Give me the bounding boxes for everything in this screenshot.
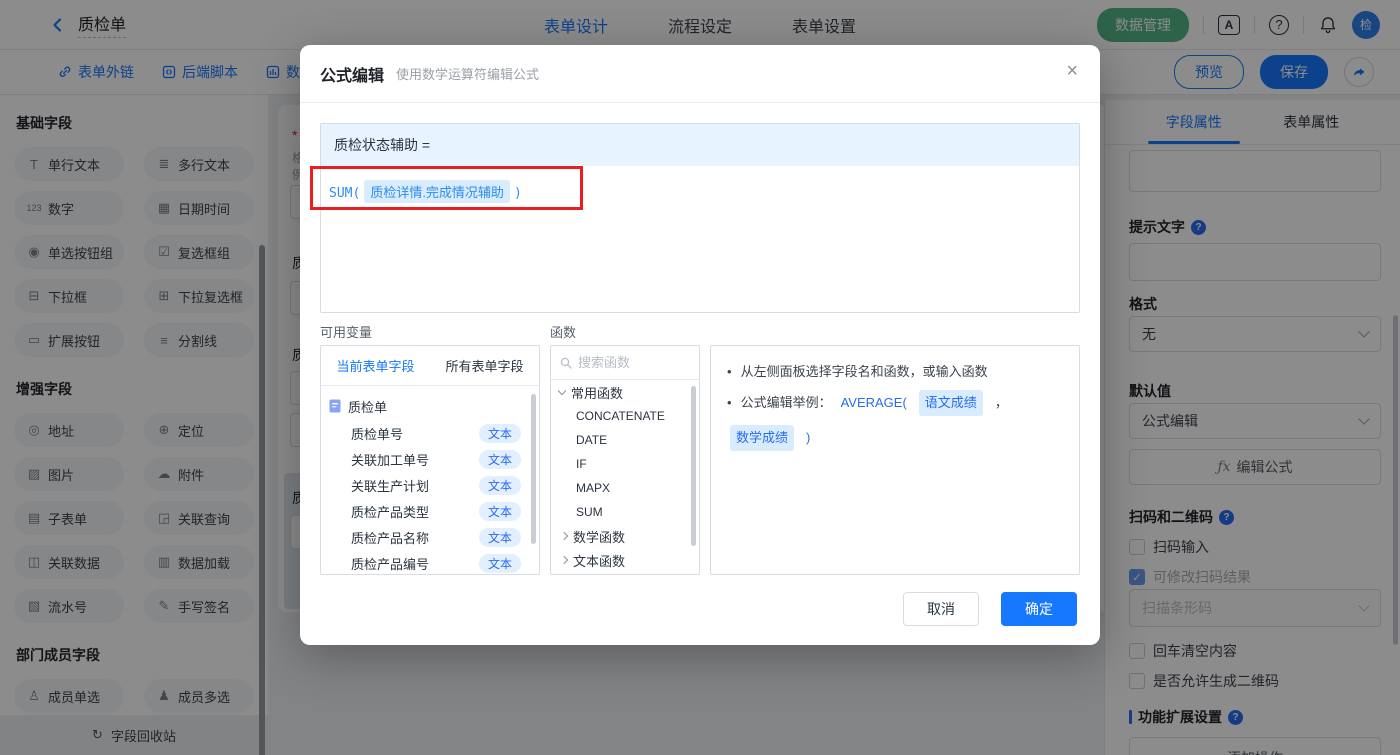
- formula-target: 质检状态辅助 =: [321, 124, 1079, 166]
- example-field-chip: 语文成绩: [918, 390, 983, 416]
- modal-title: 公式编辑: [320, 67, 385, 85]
- variable-row[interactable]: 质检产品编号 文本: [329, 550, 531, 574]
- formula-func-close: ): [513, 186, 522, 201]
- formula-help-panel: • 从左侧面板选择字段名和函数，或输入函数 • 公式编辑举例： AVERAGE(语…: [710, 345, 1080, 575]
- field-type-badge: 文本: [478, 501, 521, 521]
- variable-row[interactable]: 质检产品类型 文本: [329, 498, 531, 524]
- field-type-badge: 文本: [478, 423, 521, 443]
- help-tip-1: • 从左侧面板选择字段名和函数，或输入函数: [727, 360, 1063, 384]
- function-group-common[interactable]: 常用函数: [551, 380, 699, 404]
- formula-editor: 质检状态辅助 = SUM(质检详情.完成情况辅助): [320, 123, 1080, 313]
- variables-label: 可用变量: [320, 325, 373, 340]
- variable-row[interactable]: 关联生产计划 文本: [329, 472, 531, 498]
- function-item-concatenate[interactable]: CONCATENATE: [551, 404, 699, 428]
- cancel-button[interactable]: 取消: [903, 592, 979, 626]
- tab-all-form-fields[interactable]: 所有表单字段: [445, 356, 523, 375]
- confirm-button[interactable]: 确定: [1001, 592, 1077, 626]
- formula-field-chip[interactable]: 质检详情.完成情况辅助: [364, 180, 510, 203]
- variable-row[interactable]: 关联加工单号 文本: [329, 446, 531, 472]
- function-group-math[interactable]: 数学函数: [551, 524, 699, 548]
- field-type-badge: 文本: [478, 475, 521, 495]
- formula-edit-modal: 公式编辑 使用数学运算符编辑公式 × 质检状态辅助 = SUM(质检详情.完成情…: [300, 45, 1100, 645]
- functions-label: 函数: [550, 325, 577, 340]
- variables-form-node[interactable]: 质检单: [329, 392, 531, 420]
- functions-scrollbar[interactable]: [691, 386, 696, 546]
- variables-scrollbar[interactable]: [531, 394, 536, 544]
- variable-row[interactable]: 质检单号 文本: [329, 420, 531, 446]
- chevron-right-icon: [559, 555, 569, 565]
- variable-row[interactable]: 质检产品名称 文本: [329, 524, 531, 550]
- example-field-chip: 数学成绩: [730, 425, 795, 451]
- functions-panel: 常用函数 CONCATENATE DATE IF MAPX SUM 数学函数 文…: [550, 345, 700, 575]
- function-item-mapx[interactable]: MAPX: [551, 476, 699, 500]
- bullet: •: [727, 395, 732, 410]
- close-icon[interactable]: ×: [1066, 61, 1078, 81]
- field-type-badge: 文本: [478, 553, 521, 573]
- bullet: •: [727, 364, 732, 379]
- function-group-text[interactable]: 文本函数: [551, 548, 699, 572]
- formula-func-open: SUM(: [329, 186, 361, 201]
- modal-subtitle: 使用数学运算符编辑公式: [396, 67, 540, 82]
- field-type-badge: 文本: [478, 449, 521, 469]
- function-search-input[interactable]: [578, 355, 678, 370]
- help-tip-2: • 公式编辑举例： AVERAGE(语文成绩，数学成绩): [727, 390, 1063, 451]
- variables-panel: 当前表单字段 所有表单字段 质检单 质检单号 文本 关联加工单号 文本 关联生产计划…: [320, 345, 540, 575]
- document-icon: [329, 399, 341, 413]
- tab-current-form-fields[interactable]: 当前表单字段: [336, 356, 414, 375]
- function-item-date[interactable]: DATE: [551, 428, 699, 452]
- function-item-if[interactable]: IF: [551, 452, 699, 476]
- chevron-down-icon: [557, 386, 567, 395]
- app-root: 质检单 表单设计 流程设定 表单设置 数据管理 A ? 检 表单外链 后端脚本 …: [0, 0, 1400, 755]
- function-item-sum[interactable]: SUM: [551, 500, 699, 524]
- formula-expression[interactable]: SUM(质检详情.完成情况辅助): [321, 166, 1079, 217]
- search-icon: [560, 357, 572, 369]
- chevron-right-icon: [559, 531, 569, 541]
- field-type-badge: 文本: [478, 527, 521, 547]
- function-search[interactable]: [551, 346, 699, 380]
